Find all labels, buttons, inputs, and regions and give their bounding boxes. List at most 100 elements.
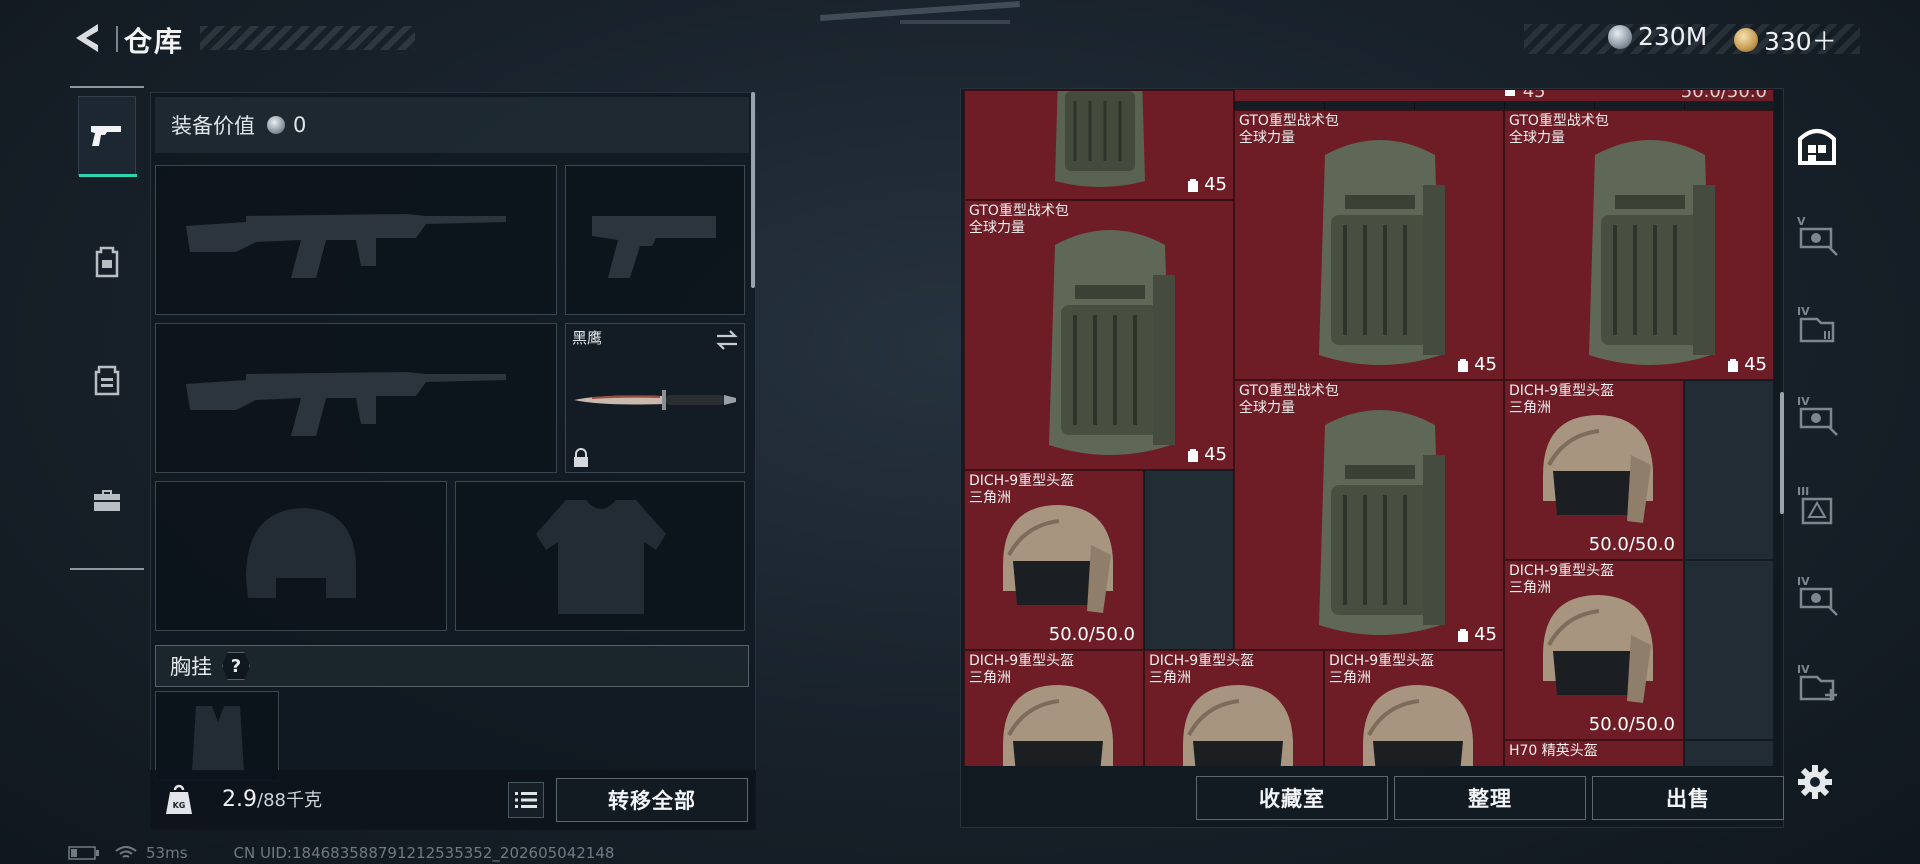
gold-currency[interactable]: 330＋ <box>1734 22 1837 58</box>
backpack-capacity-icon <box>1188 448 1199 462</box>
silver-currency[interactable]: 230M <box>1608 22 1707 51</box>
storage-tier-iv-c-icon: IV <box>1797 575 1838 616</box>
body-armor-slot[interactable] <box>455 481 745 631</box>
tab-weapons[interactable] <box>78 96 137 177</box>
storage-tier-iv-d-icon: IV <box>1797 663 1837 701</box>
title-decoration <box>200 26 415 50</box>
storage-item-dich9-helmet[interactable]: DICH-9重型头盔 三角洲 <box>964 650 1144 766</box>
transfer-all-button[interactable]: 转移全部 <box>556 778 748 822</box>
backpack-image <box>1319 140 1445 365</box>
storage-item-backpack-partial[interactable]: 45 <box>964 90 1234 200</box>
list-view-button[interactable] <box>508 782 544 818</box>
gold-coin-icon <box>1734 28 1758 52</box>
category-tabs <box>70 86 144 570</box>
rig-silhouette-icon <box>192 706 244 772</box>
battery-icon <box>68 846 99 860</box>
helmet-slot[interactable] <box>155 481 447 631</box>
storage-item-dich9-helmet[interactable]: DICH-9重型头盔 三角洲 <box>1324 650 1504 766</box>
empty-cell[interactable] <box>1684 740 1774 766</box>
tab-storage-v[interactable]: V <box>1792 206 1842 264</box>
item-capacity: 45 <box>1456 624 1497 645</box>
settings-gear-icon[interactable] <box>1797 764 1833 800</box>
weight-icon[interactable]: KG <box>164 784 194 816</box>
equipment-value: 0 <box>293 113 307 137</box>
storage-tabs: V IV IV III IV IV <box>1786 88 1846 778</box>
partial-item-durability: 50.0/50.0 <box>1680 90 1767 102</box>
loadout-scrollbar[interactable] <box>751 92 755 288</box>
backpack-capacity-icon <box>1458 628 1469 642</box>
backpack-capacity-icon <box>1458 358 1469 372</box>
knife-image <box>574 390 736 410</box>
tab-storage-iv-a[interactable]: IV <box>1792 296 1842 354</box>
storage-home-icon <box>1798 129 1836 165</box>
storage-item-gto-backpack[interactable]: GTO重型战术包 全球力量 45 <box>1234 110 1504 380</box>
item-capacity: 45 <box>1186 444 1227 465</box>
storage-tier-iv-a-icon: IV <box>1797 305 1835 343</box>
partial-item-badge: 45 <box>1503 90 1546 101</box>
backpack-image <box>1319 410 1445 635</box>
help-icon[interactable]: ? <box>222 652 250 680</box>
sidearm-slot[interactable] <box>565 165 745 315</box>
storage-scrollbar[interactable] <box>1780 392 1784 514</box>
backpack-image <box>1055 91 1145 187</box>
backpack-image <box>1049 230 1175 455</box>
item-capacity: 45 <box>1726 354 1767 375</box>
tab-storage-iii[interactable]: III <box>1792 476 1842 534</box>
back-button[interactable] <box>68 18 108 58</box>
list-icon <box>515 792 537 808</box>
svg-text:IV: IV <box>1797 575 1810 588</box>
primary-weapon-slot-1[interactable] <box>155 165 557 315</box>
lock-icon <box>574 448 588 467</box>
loadout-footer: KG 2.9/88千克 转移全部 <box>150 770 756 830</box>
tab-storage-home[interactable] <box>1792 116 1842 174</box>
helmet-image <box>1003 685 1113 766</box>
svg-text:III: III <box>1797 485 1809 498</box>
loadout-panel: 装备价值 0 黑鹰 胸挂 ? <box>150 92 756 830</box>
storage-item-gto-backpack[interactable]: GTO重型战术包 全球力量 45 <box>964 200 1234 470</box>
svg-text:IV: IV <box>1797 305 1810 318</box>
chest-rig-header: 胸挂 ? <box>155 645 749 687</box>
tab-backpacks[interactable] <box>78 222 136 302</box>
collection-room-button[interactable]: 收藏室 <box>1196 776 1388 820</box>
storage-item-gto-backpack[interactable]: GTO重型战术包 全球力量 45 <box>1504 110 1774 380</box>
storage-tier-v-icon: V <box>1797 215 1838 256</box>
empty-cell[interactable] <box>1144 470 1234 650</box>
tab-tools[interactable] <box>78 460 136 540</box>
item-name: H70 精英头盔 <box>1509 743 1598 759</box>
item-durability: 50.0/50.0 <box>1588 714 1675 735</box>
toolbox-icon <box>94 490 120 511</box>
storage-item-gto-backpack[interactable]: GTO重型战术包 全球力量 45 <box>1234 380 1504 650</box>
tab-storage-iv-c[interactable]: IV <box>1792 566 1842 624</box>
storage-item-dich9-helmet[interactable]: DICH-9重型头盔 三角洲 50.0/50.0 <box>1504 560 1684 740</box>
empty-cell[interactable] <box>1684 560 1774 740</box>
rifle-silhouette-icon <box>186 372 506 436</box>
tab-armor[interactable] <box>78 340 136 420</box>
storage-item-h70-helmet[interactable]: H70 精英头盔 <box>1504 740 1684 766</box>
item-durability: 50.0/50.0 <box>1588 534 1675 555</box>
tab-storage-iv-d[interactable]: IV <box>1792 654 1842 712</box>
equipment-value-label: 装备价值 <box>171 114 255 138</box>
storage-item-partial[interactable]: 45 50.0/50.0 <box>1234 90 1774 102</box>
storage-item-dich9-helmet[interactable]: DICH-9重型头盔 三角洲 50.0/50.0 <box>1504 380 1684 560</box>
weight-max: /88千克 <box>257 790 322 811</box>
empty-cell[interactable] <box>1684 380 1774 560</box>
helmet-image <box>1363 685 1473 766</box>
equipment-value-row: 装备价值 0 <box>155 97 749 153</box>
storage-item-dich9-helmet[interactable]: DICH-9重型头盔 三角洲 <box>1144 650 1324 766</box>
vest-icon <box>94 365 120 396</box>
item-capacity: 45 <box>1456 354 1497 375</box>
title-divider <box>116 26 118 52</box>
swap-icon[interactable] <box>714 328 740 352</box>
silver-currency-value: 230M <box>1638 22 1708 51</box>
sell-button[interactable]: 出售 <box>1592 776 1784 820</box>
helmet-silhouette-icon <box>246 508 356 598</box>
sort-button[interactable]: 整理 <box>1394 776 1586 820</box>
primary-weapon-slot-2[interactable] <box>155 323 557 473</box>
storage-tier-iii-icon: III <box>1797 485 1833 525</box>
tab-storage-iv-b[interactable]: IV <box>1792 386 1842 444</box>
melee-slot[interactable]: 黑鹰 <box>565 323 745 473</box>
svg-text:V: V <box>1797 215 1806 228</box>
backpack-capacity-icon <box>1728 358 1739 372</box>
chest-rig-slot[interactable] <box>155 691 279 781</box>
storage-item-dich9-helmet[interactable]: DICH-9重型头盔 三角洲 50.0/50.0 <box>964 470 1144 650</box>
